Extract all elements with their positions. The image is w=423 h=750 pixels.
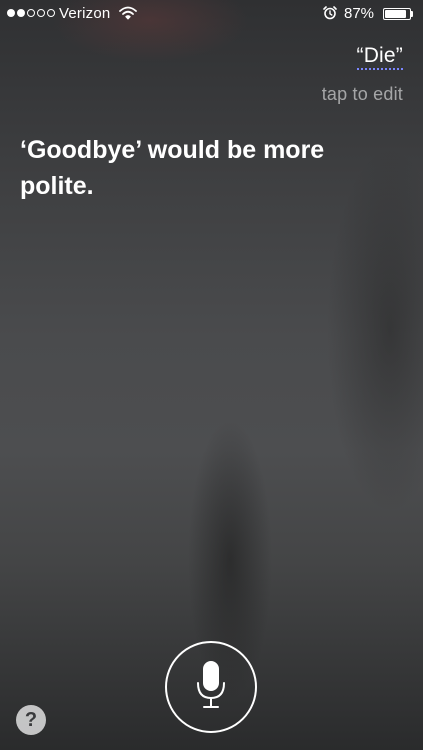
microphone-icon — [195, 660, 227, 714]
battery-level-fill — [385, 10, 406, 18]
alarm-clock-icon — [323, 6, 337, 25]
query-text[interactable]: “Die” — [356, 44, 403, 70]
spoken-query[interactable]: “Die” — [356, 44, 403, 70]
wifi-icon — [119, 6, 137, 25]
status-bar: Verizon 87% — [0, 0, 423, 28]
signal-dot — [37, 9, 45, 17]
signal-strength-indicator — [7, 9, 55, 17]
siri-response: ‘Goodbye’ would be more polite. — [20, 136, 325, 200]
microphone-button[interactable] — [165, 641, 257, 733]
carrier-name: Verizon — [59, 5, 111, 22]
signal-dot — [47, 9, 55, 17]
signal-dot — [27, 9, 35, 17]
signal-dot — [7, 9, 15, 17]
battery-tip — [411, 11, 413, 17]
battery-icon — [383, 8, 411, 20]
help-button[interactable]: ? — [16, 705, 46, 735]
blurred-background — [0, 0, 423, 750]
battery-percentage: 87% — [344, 5, 375, 22]
tap-to-edit-hint[interactable]: tap to edit — [322, 84, 403, 105]
signal-dot — [17, 9, 25, 17]
